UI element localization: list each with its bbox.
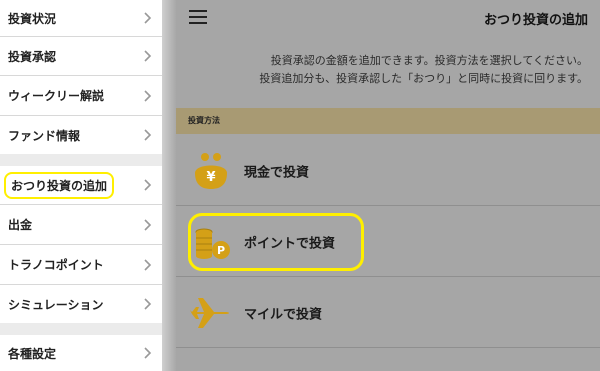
point-coins-icon: P xyxy=(195,228,230,259)
chevron-right-icon xyxy=(144,258,152,271)
method-miles[interactable]: マイルで投資 xyxy=(176,278,600,348)
chevron-right-icon xyxy=(144,179,152,191)
method-label: 現金で投資 xyxy=(244,165,310,180)
coin-purse-icon: ¥ xyxy=(195,152,227,189)
section-header-investment-method: 投資方法 xyxy=(176,108,600,134)
svg-text:P: P xyxy=(217,244,225,257)
sidebar-item-weekly-commentary[interactable]: ウィークリー解説 xyxy=(0,76,162,115)
description-line-2: 投資追加分も、投資承認した「おつり」と同時に投資に回ります。 xyxy=(259,72,588,85)
sidebar-item-label: 各種設定 xyxy=(8,346,57,361)
chevron-right-icon xyxy=(144,347,152,359)
sidebar-item-withdrawal[interactable]: 出金 xyxy=(0,205,162,244)
main-panel: おつり投資の追加 投資承認の金額を追加できます。投資方法を選択してください。 投… xyxy=(176,0,600,371)
sidebar-item-label: ウィークリー解説 xyxy=(8,89,105,103)
sidebar-item-label: ファンド情報 xyxy=(8,128,81,143)
chevron-right-icon xyxy=(144,298,152,310)
sidebar-item-label: おつり投資の追加 xyxy=(4,171,115,199)
sidebar-item-investment-approval[interactable]: 投資承認 xyxy=(0,37,162,75)
sidebar-item-fund-info[interactable]: ファンド情報 xyxy=(0,116,162,154)
sidebar-item-label: トラノコポイント xyxy=(8,258,104,272)
chevron-right-icon xyxy=(144,89,152,102)
page-title: おつり投資の追加 xyxy=(483,13,588,28)
method-label: マイルで投資 xyxy=(244,307,323,322)
sidebar-item-simulation[interactable]: シミュレーション xyxy=(0,285,162,323)
hamburger-menu-icon[interactable] xyxy=(189,10,207,24)
sidebar-item-label: 投資状況 xyxy=(8,11,57,26)
sidebar-divider xyxy=(162,0,176,371)
method-label: ポイントで投資 xyxy=(244,236,336,251)
chevron-right-icon xyxy=(144,129,152,141)
airplane-icon xyxy=(190,297,229,328)
chevron-right-icon xyxy=(144,12,152,24)
chevron-right-icon xyxy=(144,50,152,62)
sidebar-item-settings[interactable]: 各種設定 xyxy=(0,335,162,371)
sidebar-item-investment-status[interactable]: 投資状況 xyxy=(0,0,162,36)
method-cash[interactable]: ¥ 現金で投資 xyxy=(176,136,600,206)
sidebar-item-label: 投資承認 xyxy=(8,49,57,64)
description-line-1: 投資承認の金額を追加できます。投資方法を選択してください。 xyxy=(270,54,588,67)
sidebar-item-toranoko-points[interactable]: トラノコポイント xyxy=(0,245,162,284)
method-points[interactable]: P ポイントで投資 xyxy=(176,207,600,277)
sidebar-item-label: 出金 xyxy=(8,218,33,232)
sidebar-menu: 投資状況 投資承認 ウィークリー解説 ファンド情報 おつり投資の追加 出金 トラ… xyxy=(0,0,162,371)
sidebar-item-label: シミュレーション xyxy=(8,297,104,312)
chevron-right-icon xyxy=(144,218,152,231)
sidebar-item-add-change-investment[interactable]: おつり投資の追加 xyxy=(0,166,162,204)
svg-text:¥: ¥ xyxy=(206,170,215,185)
